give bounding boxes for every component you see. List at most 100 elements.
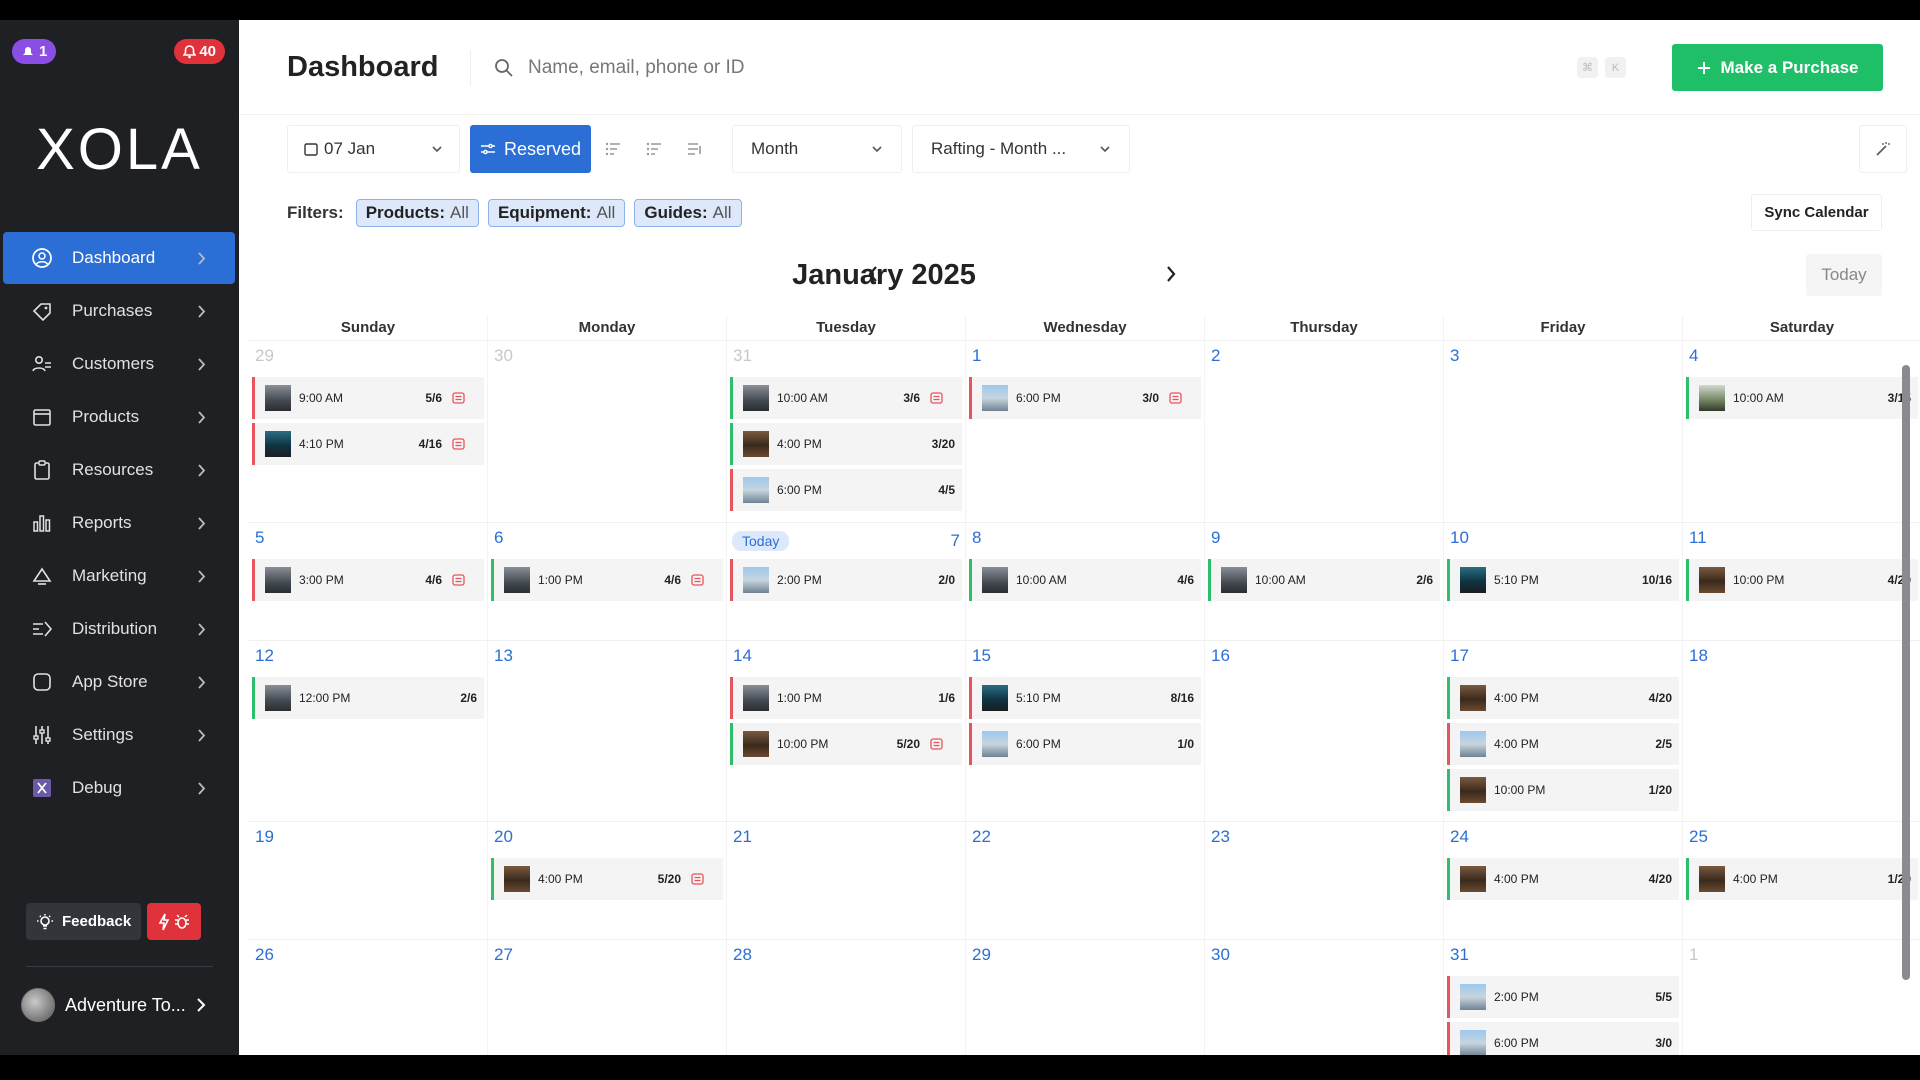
sidebar-item-purchases[interactable]: Purchases [3, 285, 235, 337]
calendar-day[interactable]: 26 [249, 940, 488, 1055]
today-button[interactable]: Today [1806, 254, 1882, 296]
calendar-event[interactable]: 4:00 PM 5/20 [491, 858, 723, 900]
calendar-day[interactable]: 6 1:00 PM 4/6 [488, 523, 727, 640]
sidebar-item-customers[interactable]: Customers [3, 338, 235, 390]
calendar-event[interactable]: 6:00 PM 1/0 [969, 723, 1201, 765]
period-select[interactable]: Month [732, 125, 902, 173]
calendar-day[interactable]: 30 [488, 341, 727, 522]
calendar-event[interactable]: 4:00 PM 4/20 [1447, 677, 1679, 719]
sync-calendar-button[interactable]: Sync Calendar [1751, 194, 1882, 231]
calendar-event[interactable]: 5:10 PM 10/16 [1447, 559, 1679, 601]
calendar-event[interactable]: 12:00 PM 2/6 [252, 677, 484, 719]
calendar-day[interactable]: 29 9:00 AM 5/6 4:10 PM 4/16 [249, 341, 488, 522]
calendar-day[interactable]: 27 [488, 940, 727, 1055]
calendar-event[interactable]: 3:00 PM 4/6 [252, 559, 484, 601]
sidebar-item-resources[interactable]: Resources [3, 444, 235, 496]
calendar-day[interactable]: 1 [1683, 940, 1920, 1055]
feedback-button[interactable]: Feedback [26, 903, 142, 940]
sidebar-item-app-store[interactable]: App Store [3, 656, 235, 708]
make-purchase-button[interactable]: Make a Purchase [1672, 44, 1883, 91]
sidebar-item-distribution[interactable]: Distribution [3, 603, 235, 655]
calendar-day[interactable]: 17 4:00 PM 4/20 4:00 PM 2/5 10:00 PM 1/20 [1444, 641, 1683, 821]
sidebar-item-label: Marketing [72, 566, 147, 585]
calendar-day[interactable]: 22 [966, 822, 1205, 939]
calendar-day[interactable]: 23 [1205, 822, 1444, 939]
list-view-button-1[interactable] [593, 125, 633, 173]
calendar-day[interactable]: 12 12:00 PM 2/6 [249, 641, 488, 821]
calendar-day[interactable]: 20 4:00 PM 5/20 [488, 822, 727, 939]
calendar-day[interactable]: 16 [1205, 641, 1444, 821]
calendar-scrollbar[interactable] [1902, 365, 1910, 980]
filter-chip-products[interactable]: Products: All [355, 198, 479, 227]
calendar-event[interactable]: 6:00 PM 3/0 [969, 377, 1201, 419]
calendar-event[interactable]: 10:00 AM 2/6 [1208, 559, 1440, 601]
calendar-event[interactable]: 6:00 PM 4/5 [730, 469, 962, 511]
calendar-day[interactable]: 30 [1205, 940, 1444, 1055]
sidebar-item-products[interactable]: Products [3, 391, 235, 443]
calendar-event[interactable]: 2:00 PM 2/0 [730, 559, 962, 601]
calendar-day[interactable]: 13 [488, 641, 727, 821]
calendar-day[interactable]: 19 [249, 822, 488, 939]
calendar-day[interactable]: 1 6:00 PM 3/0 [966, 341, 1205, 522]
calendar-event[interactable]: 10:00 AM 3/15 [1686, 377, 1918, 419]
report-bug-button[interactable] [147, 903, 202, 940]
calendar-event[interactable]: 4:00 PM 1/20 [1686, 858, 1918, 900]
calendar-event[interactable]: 1:00 PM 1/6 [730, 677, 962, 719]
calendar-event[interactable]: 1:00 PM 4/6 [491, 559, 723, 601]
calendar-day[interactable]: 10 5:10 PM 10/16 [1444, 523, 1683, 640]
calendar-event[interactable]: 4:00 PM 4/20 [1447, 858, 1679, 900]
calendar-event[interactable]: 4:00 PM 2/5 [1447, 723, 1679, 765]
list-view-button-3[interactable] [675, 125, 715, 173]
sidebar-item-debug[interactable]: Debug [3, 762, 235, 814]
day-number: 29 [972, 945, 991, 964]
calendar-day[interactable]: 9 10:00 AM 2/6 [1205, 523, 1444, 640]
calendar-day[interactable]: 14 1:00 PM 1/6 10:00 PM 5/20 [727, 641, 966, 821]
search-input[interactable] [528, 57, 1128, 79]
filter-chip-guides[interactable]: Guides: All [634, 198, 742, 227]
xola-logo[interactable]: XOLA [0, 116, 239, 183]
calendar-event[interactable]: 10:00 PM 4/20 [1686, 559, 1918, 601]
calendar-event[interactable]: 4:10 PM 4/16 [252, 423, 484, 465]
sidebar-item-marketing[interactable]: Marketing [3, 550, 235, 602]
calendar-event[interactable]: 10:00 PM 1/20 [1447, 769, 1679, 811]
calendar-event[interactable]: 9:00 AM 5/6 [252, 377, 484, 419]
account-switcher[interactable]: Adventure To... [21, 988, 206, 1022]
calendar-event[interactable]: 10:00 PM 5/20 [730, 723, 962, 765]
notification-badge-right[interactable]: 40 [174, 39, 225, 64]
calendar-day[interactable]: Today 7 2:00 PM 2/0 [727, 523, 966, 640]
calendar-day[interactable]: 5 3:00 PM 4/6 [249, 523, 488, 640]
calendar-day[interactable]: 2 [1205, 341, 1444, 522]
next-month-button[interactable] [1159, 262, 1183, 286]
calendar-day[interactable]: 21 [727, 822, 966, 939]
filter-chip-equipment[interactable]: Equipment: All [487, 198, 626, 227]
reserved-toggle[interactable]: Reserved [470, 125, 591, 173]
sidebar-item-reports[interactable]: Reports [3, 497, 235, 549]
calendar-event[interactable]: 2:00 PM 5/5 [1447, 976, 1679, 1018]
date-picker[interactable]: 07 Jan [287, 125, 460, 173]
calendar-event[interactable]: 10:00 AM 3/6 [730, 377, 962, 419]
sidebar-item-dashboard[interactable]: Dashboard [3, 232, 235, 284]
saved-view-select[interactable]: Rafting - Month ... [912, 125, 1130, 173]
calendar-day[interactable]: 3 [1444, 341, 1683, 522]
calendar-event[interactable]: 5:10 PM 8/16 [969, 677, 1201, 719]
calendar-day[interactable]: 18 [1683, 641, 1920, 821]
notification-badge-left[interactable]: 1 [12, 39, 57, 64]
list-filter-icon [646, 142, 661, 156]
magic-wand-button[interactable] [1859, 125, 1907, 173]
calendar-day[interactable]: 24 4:00 PM 4/20 [1444, 822, 1683, 939]
calendar-day[interactable]: 11 10:00 PM 4/20 [1683, 523, 1920, 640]
sidebar-item-settings[interactable]: Settings [3, 709, 235, 761]
calendar-day[interactable]: 25 4:00 PM 1/20 [1683, 822, 1920, 939]
calendar-event[interactable]: 10:00 AM 4/6 [969, 559, 1201, 601]
calendar-event[interactable]: 4:00 PM 3/20 [730, 423, 962, 465]
calendar-event[interactable]: 6:00 PM 3/0 [1447, 1022, 1679, 1055]
calendar-day[interactable]: 29 [966, 940, 1205, 1055]
event-thumbnail [743, 477, 769, 503]
calendar-day[interactable]: 31 10:00 AM 3/6 4:00 PM 3/20 6:00 PM 4/5 [727, 341, 966, 522]
calendar-day[interactable]: 28 [727, 940, 966, 1055]
calendar-day[interactable]: 4 10:00 AM 3/15 [1683, 341, 1920, 522]
list-view-button-2[interactable] [634, 125, 674, 173]
calendar-day[interactable]: 31 2:00 PM 5/5 6:00 PM 3/0 [1444, 940, 1683, 1055]
calendar-day[interactable]: 8 10:00 AM 4/6 [966, 523, 1205, 640]
calendar-day[interactable]: 15 5:10 PM 8/16 6:00 PM 1/0 [966, 641, 1205, 821]
